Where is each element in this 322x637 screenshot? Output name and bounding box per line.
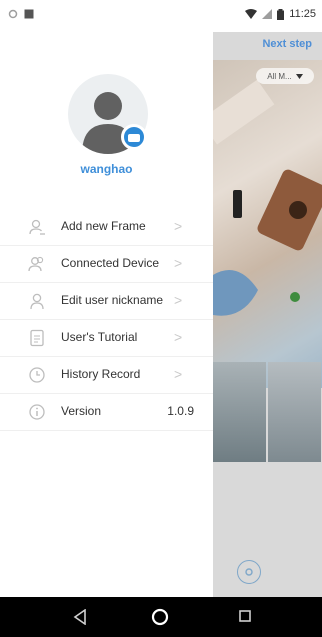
system-navigation-bar [0,597,322,637]
user-edit-icon [30,293,44,310]
status-time: 11:25 [289,8,316,20]
caret-down-icon [295,73,303,79]
menu-label: Connected Device [61,256,160,270]
menu-item-history-record[interactable]: History Record > [0,357,213,394]
recent-apps-icon[interactable] [238,609,252,623]
wifi-icon [245,9,258,19]
menu-item-version: Version 1.0.9 [0,394,213,431]
menu-item-edit-nickname[interactable]: Edit user nickname > [0,283,213,320]
next-step-button[interactable]: Next step [262,38,312,50]
camera-icon [128,133,140,142]
camera-icon [245,568,253,576]
menu-label: Edit user nickname [61,293,164,307]
photo-thumbnail[interactable] [213,362,266,462]
thumbnail-strip [213,362,322,462]
edit-avatar-button[interactable] [121,124,147,150]
chevron-right-icon: > [174,218,183,234]
chevron-right-icon: > [174,292,183,308]
signal-icon [262,9,273,19]
document-icon [30,329,44,347]
home-icon[interactable] [151,608,169,626]
menu-label: Add new Frame [61,219,146,233]
version-number: 1.0.9 [167,404,194,418]
menu-label: User's Tutorial [61,330,138,344]
info-icon [29,404,45,420]
back-icon[interactable] [73,609,87,625]
photo-preview[interactable] [213,60,322,388]
battery-icon [277,8,285,20]
status-right: 11:25 [245,8,316,20]
album-select-label: All M... [267,71,292,81]
chevron-right-icon: > [174,255,183,271]
users-icon [28,256,44,272]
status-left [8,9,34,19]
album-select-dropdown[interactable]: All M... [256,68,314,84]
menu-item-add-new-frame[interactable]: Add new Frame > [0,209,213,246]
drawer-menu: Add new Frame > Connected Device > Edit … [0,209,213,431]
menu-label: History Record [61,367,141,381]
clock-icon [29,367,45,383]
navigation-drawer: wanghao Add new Frame > Connected Device… [0,32,213,597]
menu-item-connected-device[interactable]: Connected Device > [0,246,213,283]
settings-status-icon [8,9,18,19]
menu-item-users-tutorial[interactable]: User's Tutorial > [0,320,213,357]
camera-button[interactable] [237,560,261,584]
photo-scene [213,79,322,316]
chevron-right-icon: > [174,366,183,382]
username: wanghao [80,162,133,176]
photo-thumbnail[interactable] [268,362,321,462]
notification-status-icon [24,9,34,19]
menu-label: Version [61,404,102,418]
status-bar: 11:25 [0,0,322,32]
user-add-icon [29,219,45,235]
chevron-right-icon: > [174,329,183,345]
main-content: Next step All M... [213,32,322,597]
